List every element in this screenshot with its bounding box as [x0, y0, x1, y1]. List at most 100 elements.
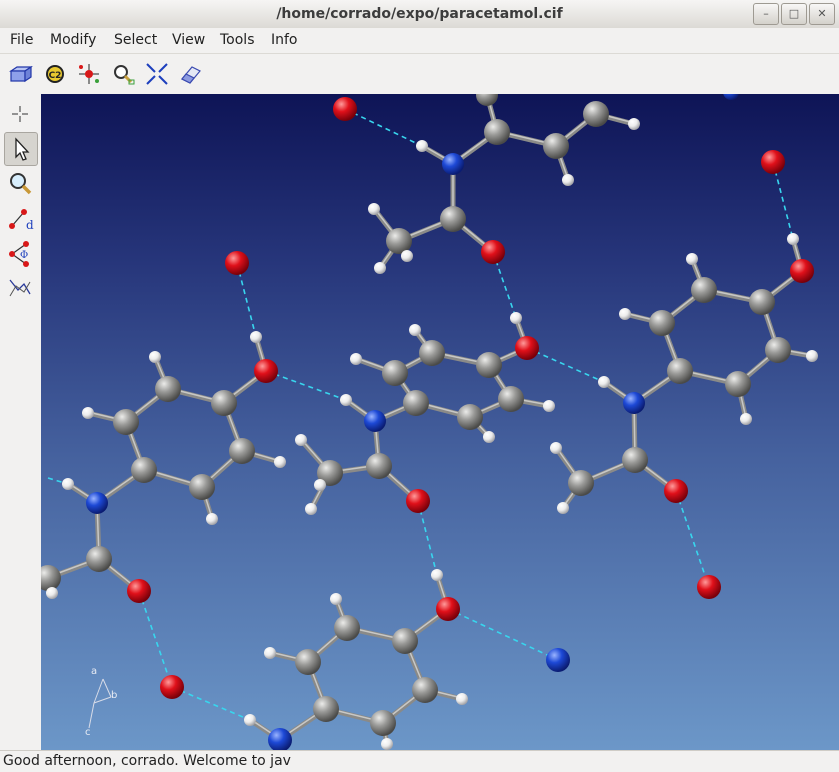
nitrogen-atom[interactable]	[268, 728, 292, 750]
hydrogen-atom[interactable]	[62, 478, 74, 490]
symmetry-button[interactable]: C2	[42, 62, 68, 86]
carbon-atom[interactable]	[366, 453, 392, 479]
carbon-atom[interactable]	[229, 438, 255, 464]
oxygen-atom[interactable]	[254, 359, 278, 383]
carbon-atom[interactable]	[370, 710, 396, 736]
hydrogen-atom[interactable]	[82, 407, 94, 419]
hydrogen-atom[interactable]	[330, 593, 342, 605]
oxygen-atom[interactable]	[697, 575, 721, 599]
nitrogen-atom[interactable]	[546, 648, 570, 672]
carbon-atom[interactable]	[392, 628, 418, 654]
carbon-atom[interactable]	[440, 206, 466, 232]
hydrogen-atom[interactable]	[381, 738, 393, 750]
zoom-tool-button[interactable]	[4, 168, 36, 200]
carbon-atom[interactable]	[583, 101, 609, 127]
cell-box-button[interactable]	[8, 62, 34, 86]
oxygen-atom[interactable]	[333, 97, 357, 121]
menu-modify[interactable]: Modify	[50, 28, 96, 53]
menu-view[interactable]: View	[172, 28, 205, 53]
hydrogen-atom[interactable]	[368, 203, 380, 215]
crosshair-tool-button[interactable]	[4, 98, 36, 130]
oxygen-atom[interactable]	[761, 150, 785, 174]
carbon-atom[interactable]	[295, 649, 321, 675]
oxygen-atom[interactable]	[790, 259, 814, 283]
carbon-atom[interactable]	[649, 310, 675, 336]
hydrogen-atom[interactable]	[244, 714, 256, 726]
hydrogen-atom[interactable]	[628, 118, 640, 130]
carbon-atom[interactable]	[622, 447, 648, 473]
carbon-atom[interactable]	[412, 677, 438, 703]
hydrogen-atom[interactable]	[401, 250, 413, 262]
hydrogen-atom[interactable]	[374, 262, 386, 274]
zoom-fit-button[interactable]	[110, 62, 136, 86]
hydrogen-atom[interactable]	[46, 587, 58, 599]
hydrogen-atom[interactable]	[409, 324, 421, 336]
hydrogen-atom[interactable]	[274, 456, 286, 468]
menu-select[interactable]: Select	[114, 28, 157, 53]
carbon-atom[interactable]	[86, 546, 112, 572]
molecule-viewport[interactable]: a b c	[41, 94, 839, 750]
hydrogen-atom[interactable]	[431, 569, 443, 581]
crystal-structure-render[interactable]: a b c	[41, 94, 839, 750]
pointer-tool-button[interactable]	[4, 132, 38, 166]
oxygen-atom[interactable]	[160, 675, 184, 699]
hydrogen-atom[interactable]	[264, 647, 276, 659]
hydrogen-atom[interactable]	[562, 174, 574, 186]
oxygen-atom[interactable]	[515, 336, 539, 360]
oxygen-atom[interactable]	[406, 489, 430, 513]
hydrogen-atom[interactable]	[787, 233, 799, 245]
carbon-atom[interactable]	[667, 358, 693, 384]
hydrogen-atom[interactable]	[543, 400, 555, 412]
oxygen-atom[interactable]	[664, 479, 688, 503]
carbon-atom[interactable]	[113, 409, 139, 435]
hydrogen-atom[interactable]	[550, 442, 562, 454]
carbon-atom[interactable]	[749, 289, 775, 315]
hydrogen-atom[interactable]	[314, 479, 326, 491]
distance-tool-button[interactable]: d	[4, 204, 36, 236]
collapse-button[interactable]	[144, 62, 170, 86]
minimize-button[interactable]: –	[753, 3, 779, 25]
hydrogen-atom[interactable]	[510, 312, 522, 324]
hydrogen-atom[interactable]	[619, 308, 631, 320]
carbon-atom[interactable]	[211, 390, 237, 416]
maximize-button[interactable]: □	[781, 3, 807, 25]
carbon-atom[interactable]	[382, 360, 408, 386]
carbon-atom[interactable]	[765, 337, 791, 363]
hydrogen-atom[interactable]	[295, 434, 307, 446]
carbon-atom[interactable]	[568, 470, 594, 496]
angle-tool-button[interactable]: Φ	[4, 238, 36, 270]
hydrogen-atom[interactable]	[483, 431, 495, 443]
menu-file[interactable]: File	[10, 28, 33, 53]
carbon-atom[interactable]	[131, 457, 157, 483]
carbon-atom[interactable]	[476, 352, 502, 378]
hydrogen-atom[interactable]	[456, 693, 468, 705]
close-button[interactable]: ✕	[809, 3, 835, 25]
hydrogen-atom[interactable]	[806, 350, 818, 362]
carbon-atom[interactable]	[419, 340, 445, 366]
oxygen-atom[interactable]	[127, 579, 151, 603]
hydrogen-atom[interactable]	[206, 513, 218, 525]
hydrogen-atom[interactable]	[340, 394, 352, 406]
hydrogen-atom[interactable]	[416, 140, 428, 152]
menu-info[interactable]: Info	[271, 28, 298, 53]
carbon-atom[interactable]	[543, 133, 569, 159]
atom-center-button[interactable]	[76, 62, 102, 86]
oxygen-atom[interactable]	[481, 240, 505, 264]
menu-tools[interactable]: Tools	[220, 28, 255, 53]
hydrogen-atom[interactable]	[305, 503, 317, 515]
nitrogen-atom[interactable]	[723, 94, 739, 100]
erase-button[interactable]	[178, 62, 204, 86]
carbon-atom[interactable]	[691, 277, 717, 303]
carbon-atom[interactable]	[457, 404, 483, 430]
carbon-atom[interactable]	[386, 228, 412, 254]
hydrogen-atom[interactable]	[350, 353, 362, 365]
carbon-atom[interactable]	[476, 94, 498, 106]
hydrogen-atom[interactable]	[598, 376, 610, 388]
hydrogen-atom[interactable]	[149, 351, 161, 363]
torsion-tool-button[interactable]	[4, 272, 36, 304]
nitrogen-atom[interactable]	[442, 153, 464, 175]
nitrogen-atom[interactable]	[623, 392, 645, 414]
nitrogen-atom[interactable]	[86, 492, 108, 514]
oxygen-atom[interactable]	[225, 251, 249, 275]
oxygen-atom[interactable]	[436, 597, 460, 621]
